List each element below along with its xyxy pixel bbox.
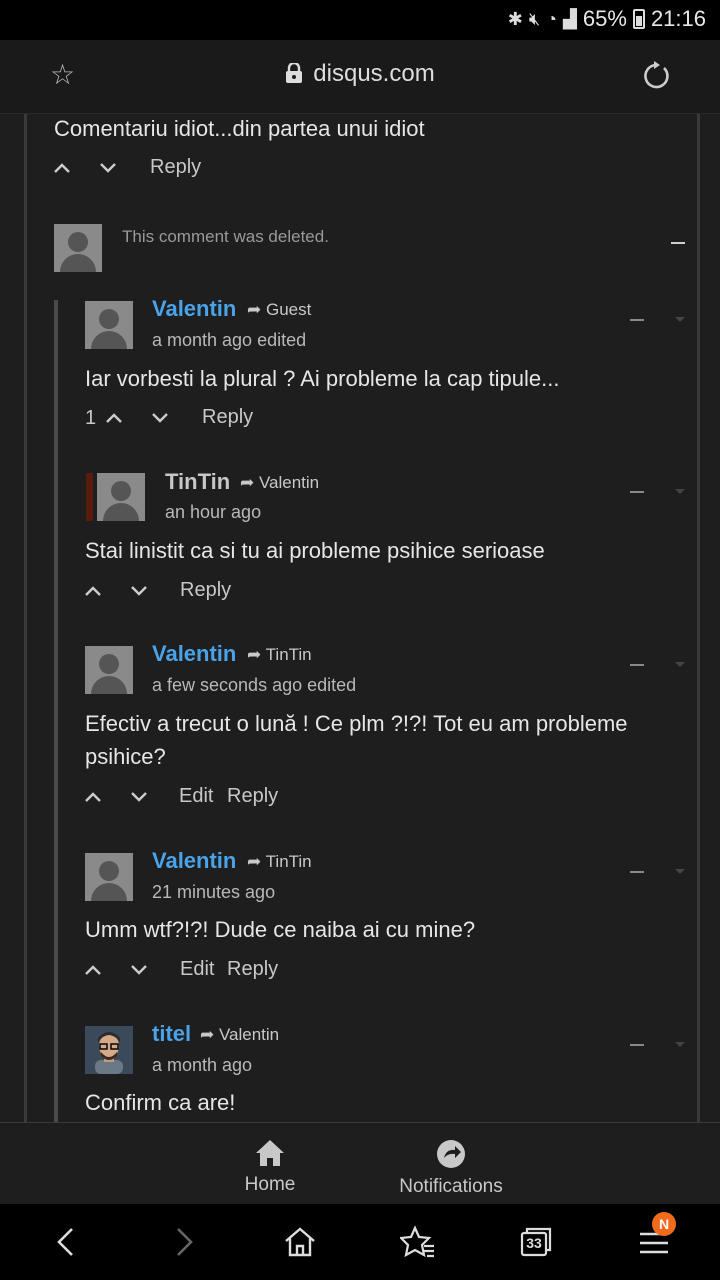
status-bar: ✱ 🔇︎ ◔ ▟ 65% 21:16 (0, 0, 720, 40)
reply-to-name: Valentin (218, 1025, 280, 1044)
comment-meta[interactable]: a few seconds ago edited (152, 675, 356, 696)
edit-button[interactable]: Edit (179, 785, 213, 808)
thread-border-right (697, 114, 700, 1122)
collapse-icon[interactable] (630, 319, 644, 321)
avatar[interactable] (85, 853, 133, 901)
nav-home[interactable]: Home (242, 1139, 298, 1196)
options-caret-icon[interactable] (675, 662, 685, 667)
forward-icon[interactable] (166, 1224, 202, 1260)
status-icons: ✱ 🔇︎ ◔ ▟ (508, 9, 577, 30)
comment-meta[interactable]: a month ago edited (152, 330, 306, 351)
reply-to[interactable]: ➦ TinTin (247, 852, 312, 872)
upvote-icon[interactable] (54, 163, 70, 173)
comment-text: Comentariu idiot...din partea unui idiot (54, 116, 425, 141)
comment-meta[interactable]: 21 minutes ago (152, 882, 275, 903)
downvote-icon[interactable] (131, 965, 147, 975)
reply-to[interactable]: ➦ Valentin (240, 473, 319, 493)
reply-button[interactable]: Reply (150, 156, 201, 179)
avatar[interactable] (85, 646, 133, 694)
upvote-icon[interactable] (85, 792, 101, 802)
signal-icon: ▟ (563, 8, 577, 29)
reply-to[interactable]: ➦ TinTin (247, 645, 312, 665)
collapse-icon[interactable] (630, 871, 644, 873)
edit-button[interactable]: Edit (180, 958, 214, 981)
reply-button[interactable]: Reply (202, 406, 253, 429)
comment-author[interactable]: TinTin (165, 469, 230, 495)
comment-author[interactable]: Valentin (152, 296, 236, 322)
comments-area: Comentariu idiot...din partea unui idiot… (0, 114, 720, 1122)
avatar[interactable] (85, 1026, 133, 1074)
options-caret-icon[interactable] (675, 489, 685, 494)
downvote-icon[interactable] (152, 413, 168, 423)
reply-button[interactable]: Reply (180, 579, 231, 602)
options-caret-icon[interactable] (675, 869, 685, 874)
reply-to-name: TinTin (265, 645, 312, 664)
url-text: disqus.com (313, 60, 435, 87)
collapse-icon[interactable] (630, 664, 644, 666)
reply-to-name: Valentin (258, 473, 320, 492)
url-field[interactable]: disqus.com (0, 60, 720, 88)
deleted-comment-text: This comment was deleted. (122, 227, 329, 246)
nav-home-label: Home (244, 1174, 296, 1195)
comment-text: Confirm ca are! (85, 1090, 236, 1115)
comment-meta[interactable]: an hour ago (165, 502, 261, 523)
avatar[interactable] (97, 473, 145, 521)
reply-button[interactable]: Reply (227, 785, 278, 808)
wifi-icon: ◔ (546, 8, 558, 29)
comment-author[interactable]: Valentin (152, 641, 236, 667)
collapse-icon[interactable] (630, 491, 644, 493)
upvote-icon[interactable] (106, 413, 122, 423)
battery-icon (632, 9, 645, 29)
comment-author[interactable]: Valentin (152, 848, 236, 874)
app-bottom-nav: Home Notifications (0, 1122, 720, 1204)
downvote-icon[interactable] (131, 792, 147, 802)
avatar[interactable] (54, 224, 102, 272)
vote-count: 1 (85, 407, 97, 429)
options-caret-icon[interactable] (675, 1042, 685, 1047)
clock: 21:16 (650, 6, 706, 31)
reply-to[interactable]: ➦ Valentin (200, 1025, 279, 1045)
downvote-icon[interactable] (100, 163, 116, 173)
browser-bottom-nav: 33 (0, 1204, 720, 1280)
tabs-count: 33 (526, 1235, 542, 1251)
upvote-icon[interactable] (85, 586, 101, 596)
downvote-icon[interactable] (131, 586, 147, 596)
tabs-button[interactable]: 33 (518, 1224, 554, 1260)
reply-to[interactable]: ➦ Guest (247, 300, 311, 320)
menu-notification-badge: N (652, 1212, 676, 1236)
comment-text-line: psihice? (85, 744, 166, 769)
avatar[interactable] (85, 301, 133, 349)
bluetooth-icon: ✱ (507, 8, 523, 29)
nav-notifications-label: Notifications (399, 1176, 503, 1197)
address-bar: ☆ disqus.com (0, 40, 720, 114)
reply-thread-line (54, 300, 58, 1122)
home-page-icon[interactable] (282, 1224, 318, 1260)
thread-border-left (24, 114, 27, 1122)
reply-button[interactable]: Reply (227, 958, 278, 981)
bookmarks-icon[interactable] (400, 1224, 436, 1260)
comment-text: Iar vorbesti la plural ? Ai probleme la … (85, 366, 560, 391)
collapse-icon[interactable] (671, 242, 685, 244)
comment-meta[interactable]: a month ago (152, 1055, 252, 1076)
highlight-bar (86, 473, 93, 521)
comment-text-line: Efectiv a trecut o lună ! Ce plm ?!?! To… (85, 711, 628, 736)
back-icon[interactable] (48, 1224, 84, 1260)
reload-icon[interactable] (640, 60, 672, 92)
mute-icon: 🔇︎ (528, 8, 541, 29)
reply-to-name: Guest (265, 300, 312, 319)
comment-text: Umm wtf?!?! Dude ce naiba ai cu mine? (85, 917, 476, 942)
lock-icon (286, 63, 303, 83)
options-caret-icon[interactable] (675, 317, 685, 322)
nav-notifications[interactable]: Notifications (390, 1139, 512, 1198)
comment-text: Stai linistit ca si tu ai probleme psihi… (85, 538, 545, 563)
home-icon (256, 1140, 284, 1166)
reply-to-name: TinTin (265, 852, 312, 871)
comment-author[interactable]: titel (152, 1021, 191, 1047)
upvote-icon[interactable] (85, 965, 101, 975)
collapse-icon[interactable] (630, 1044, 644, 1046)
notifications-icon (437, 1140, 465, 1168)
battery-percent: 65% (582, 6, 627, 31)
